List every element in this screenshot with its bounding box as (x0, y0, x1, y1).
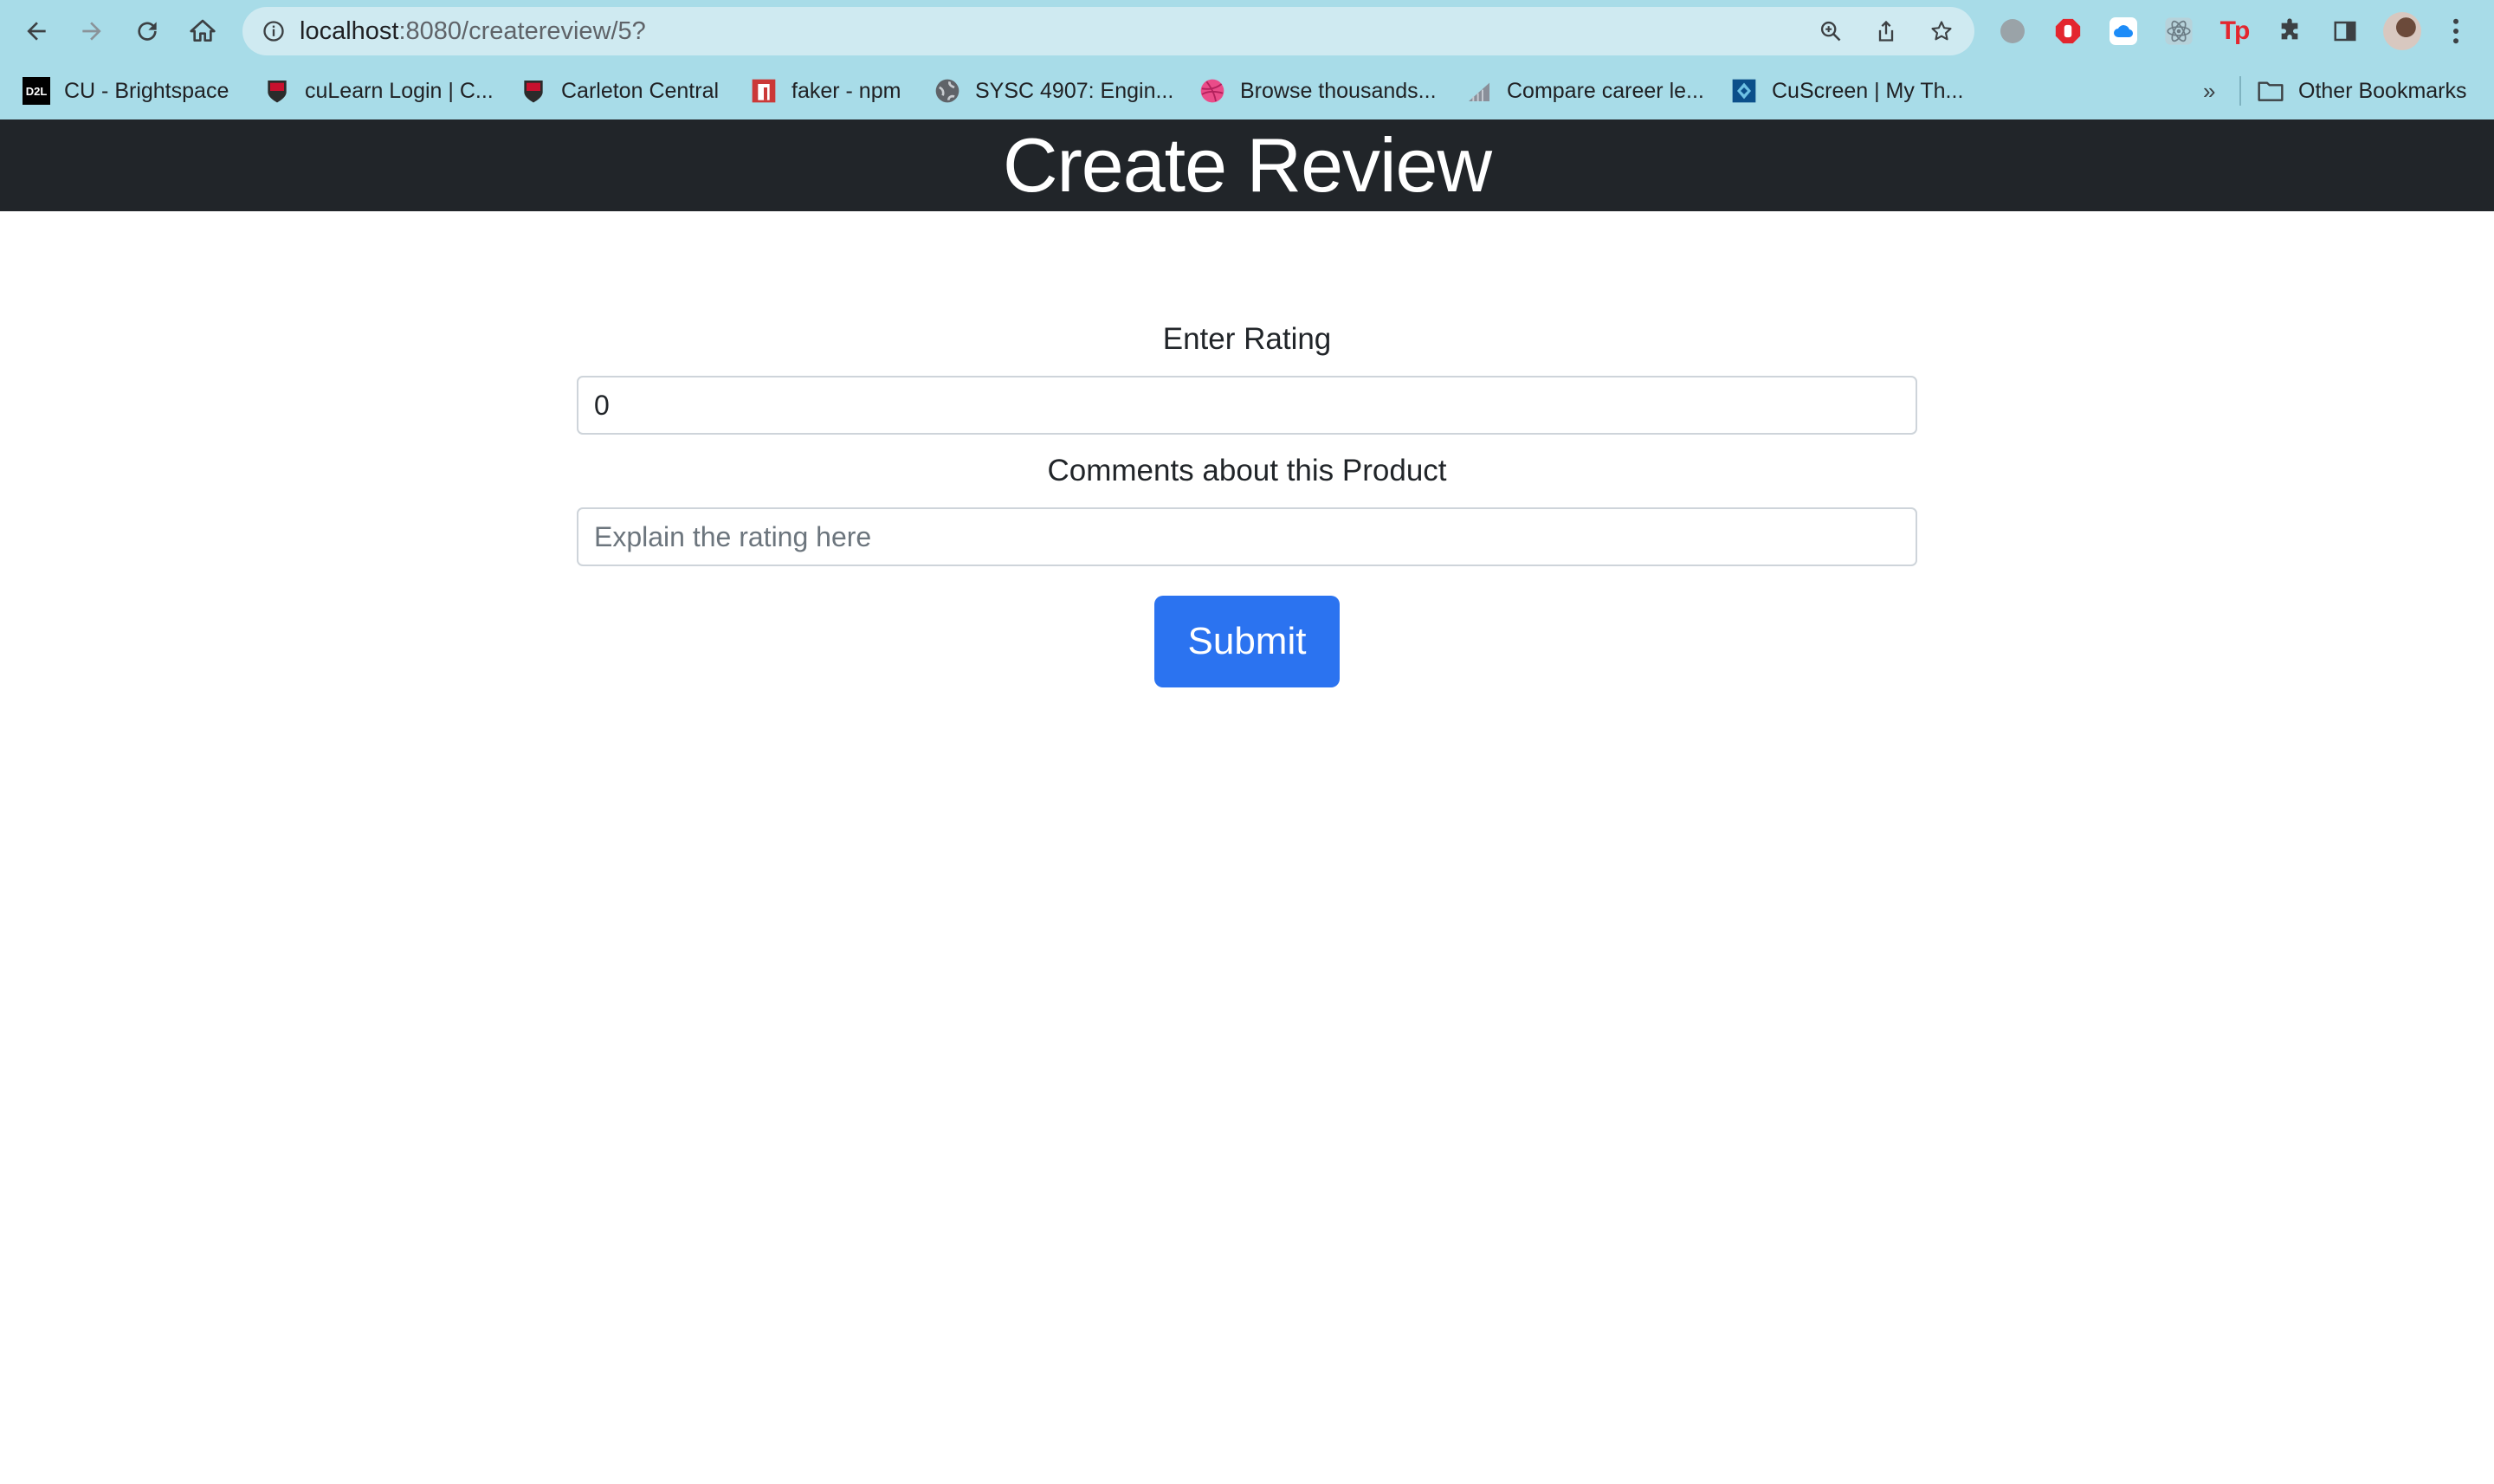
react-devtools-icon[interactable] (2163, 16, 2194, 47)
npm-icon (752, 79, 776, 103)
share-icon[interactable] (1874, 19, 1898, 43)
extensions-puzzle-icon[interactable] (2274, 16, 2305, 47)
bookmark-item[interactable]: faker - npm (750, 62, 901, 119)
forward-button[interactable] (74, 14, 109, 48)
bookmarks-divider (2239, 76, 2241, 106)
extension-grey-icon[interactable] (1997, 16, 2028, 47)
bookmark-item[interactable]: Carleton Central (520, 62, 719, 119)
cuscreen-icon (1732, 79, 1756, 103)
comments-label: Comments about this Product (1047, 454, 1447, 487)
reload-icon (138, 22, 157, 41)
page-title: Create Review (1002, 122, 1492, 208)
url-text[interactable]: localhost:8080/createreview/5? (300, 7, 646, 55)
address-bar[interactable]: localhost:8080/createreview/5? (242, 7, 1974, 55)
carleton-icon (524, 81, 543, 103)
bookmarks-bar: D2L CU - Brightspace cuLearn Login | C..… (0, 62, 2494, 119)
dribbble-icon (1200, 79, 1224, 103)
folder-icon (2258, 81, 2284, 101)
rating-input-value: 0 (594, 389, 610, 421)
forward-arrow-icon (82, 22, 101, 41)
browser-chrome: localhost:8080/createreview/5? Tp D2L CU… (0, 0, 2494, 119)
bookmark-item[interactable]: SYSC 4907: Engin... (934, 62, 1173, 119)
comments-input[interactable]: Explain the rating here (577, 507, 1917, 566)
carleton-icon (268, 81, 287, 103)
back-arrow-icon (27, 22, 46, 41)
page-header: Create Review (0, 119, 2494, 211)
star-icon[interactable] (1929, 19, 1954, 43)
submit-button[interactable]: Submit (1154, 596, 1340, 687)
other-bookmarks-folder[interactable]: Other Bookmarks (2257, 62, 2467, 119)
bookmark-item[interactable]: Compare career le... (1465, 62, 1704, 119)
d2l-icon: D2L (23, 77, 50, 105)
bookmark-item[interactable]: cuLearn Login | C... (263, 62, 494, 119)
cloud-extension-icon[interactable] (2108, 16, 2139, 47)
home-button[interactable] (185, 14, 220, 48)
zoom-icon[interactable] (1819, 19, 1843, 43)
reload-button[interactable] (130, 14, 165, 48)
home-icon (190, 19, 216, 42)
bookmark-item[interactable]: CuScreen | My Th... (1730, 62, 1963, 119)
rating-input[interactable]: 0 (577, 376, 1917, 435)
tp-extension-icon[interactable]: Tp (2219, 16, 2251, 47)
back-button[interactable] (19, 14, 54, 48)
profile-avatar[interactable] (2383, 12, 2421, 50)
chart-icon (1469, 82, 1489, 101)
side-panel-icon[interactable] (2329, 16, 2361, 47)
comments-placeholder: Explain the rating here (594, 520, 872, 552)
browser-toolbar: localhost:8080/createreview/5? Tp (0, 0, 2494, 62)
bookmark-item[interactable]: Browse thousands... (1199, 62, 1437, 119)
review-form: Enter Rating 0 Comments about this Produ… (577, 320, 1917, 566)
bookmark-item[interactable]: D2L CU - Brightspace (23, 62, 229, 119)
rating-label: Enter Rating (1162, 322, 1332, 356)
adblock-extension-icon[interactable] (2052, 16, 2084, 47)
kebab-menu-icon[interactable] (2440, 16, 2471, 47)
info-icon[interactable] (262, 19, 286, 43)
bookmarks-overflow-button[interactable]: » (2203, 62, 2215, 119)
globe-icon (935, 79, 959, 103)
